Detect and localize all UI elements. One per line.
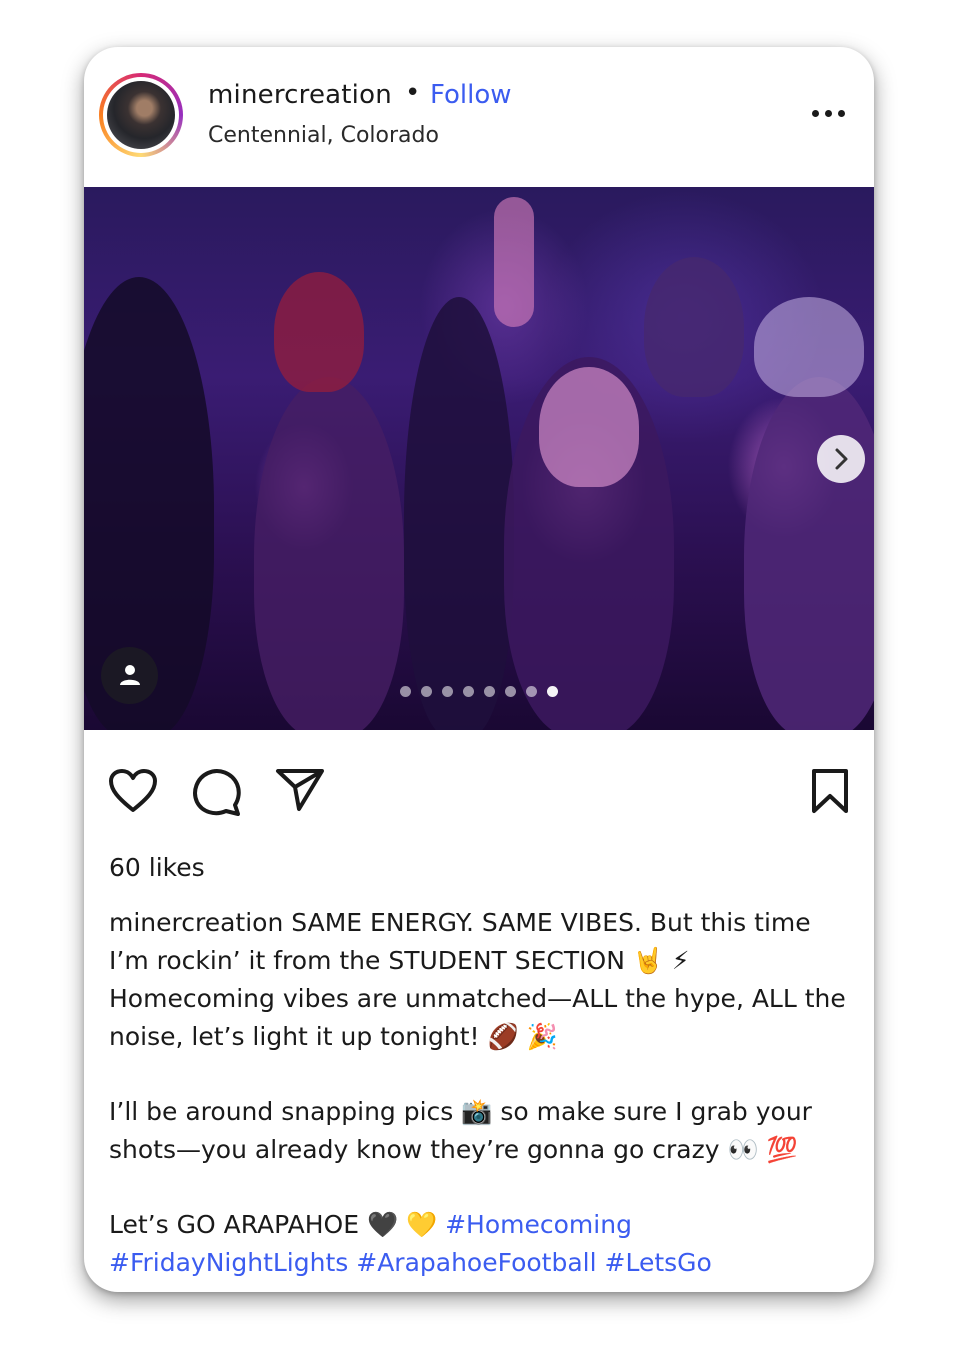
- carousel-dot: [400, 686, 411, 697]
- carousel-dot-active: [547, 686, 558, 697]
- avatar-border: [103, 77, 179, 153]
- comment-icon[interactable]: [192, 767, 242, 817]
- post-header: minercreation • Follow Centennial, Color…: [84, 47, 874, 187]
- hashtag-arapahoefootball[interactable]: #ArapahoeFootball: [356, 1248, 596, 1277]
- instagram-post-card: minercreation • Follow Centennial, Color…: [84, 47, 874, 1292]
- crowd-figure: [404, 297, 514, 730]
- action-bar: [84, 730, 874, 840]
- crowd-figure: [644, 257, 744, 397]
- caption-username[interactable]: minercreation: [109, 908, 283, 937]
- carousel-dot: [526, 686, 537, 697]
- crowd-figure: [539, 367, 639, 487]
- crowd-figure: [744, 377, 874, 730]
- send-icon[interactable]: [275, 767, 325, 813]
- crowd-figure: [274, 272, 364, 392]
- crowd-figure: [494, 197, 534, 327]
- heart-icon[interactable]: [108, 768, 158, 814]
- more-options-icon[interactable]: [808, 101, 848, 125]
- caption-paragraph: I’ll be around snapping pics 📸 so make s…: [109, 1097, 812, 1164]
- carousel-dot: [421, 686, 432, 697]
- caption: minercreation SAME ENERGY. SAME VIBES. B…: [109, 904, 854, 1282]
- carousel-dot: [505, 686, 516, 697]
- user-tag-icon: [120, 665, 140, 685]
- username[interactable]: minercreation: [208, 80, 392, 110]
- crowd-figure: [754, 297, 864, 397]
- separator-dot: •: [405, 78, 421, 108]
- caption-text: Let’s GO ARAPAHOE 🖤 💛: [109, 1210, 446, 1239]
- carousel-indicator: [400, 686, 568, 698]
- caption-paragraph: minercreation SAME ENERGY. SAME VIBES. B…: [109, 904, 854, 1056]
- likes-count[interactable]: 60 likes: [109, 853, 205, 882]
- caption-paragraph: Let’s GO ARAPAHOE 🖤 💛 #Homecoming #Frida…: [109, 1206, 854, 1282]
- more-dot: [825, 110, 832, 117]
- crowd-figure: [254, 377, 404, 730]
- carousel-dot: [463, 686, 474, 697]
- bookmark-icon[interactable]: [810, 768, 850, 814]
- hashtag-fridaynightlights[interactable]: #FridayNightLights: [109, 1248, 348, 1277]
- avatar-photo: [107, 81, 175, 149]
- hashtag-homecoming[interactable]: #Homecoming: [445, 1210, 632, 1239]
- more-dot: [812, 110, 819, 117]
- tagged-users-button[interactable]: [101, 647, 158, 704]
- avatar[interactable]: [99, 73, 183, 157]
- next-slide-button[interactable]: [817, 435, 865, 483]
- hashtag-letsgo[interactable]: #LetsGo: [605, 1248, 712, 1277]
- carousel-dot: [484, 686, 495, 697]
- chevron-right-icon: [835, 448, 848, 470]
- carousel-dot: [442, 686, 453, 697]
- post-photo[interactable]: [84, 187, 874, 730]
- follow-button[interactable]: Follow: [430, 80, 512, 110]
- location-label[interactable]: Centennial, Colorado: [208, 123, 439, 148]
- more-dot: [838, 110, 845, 117]
